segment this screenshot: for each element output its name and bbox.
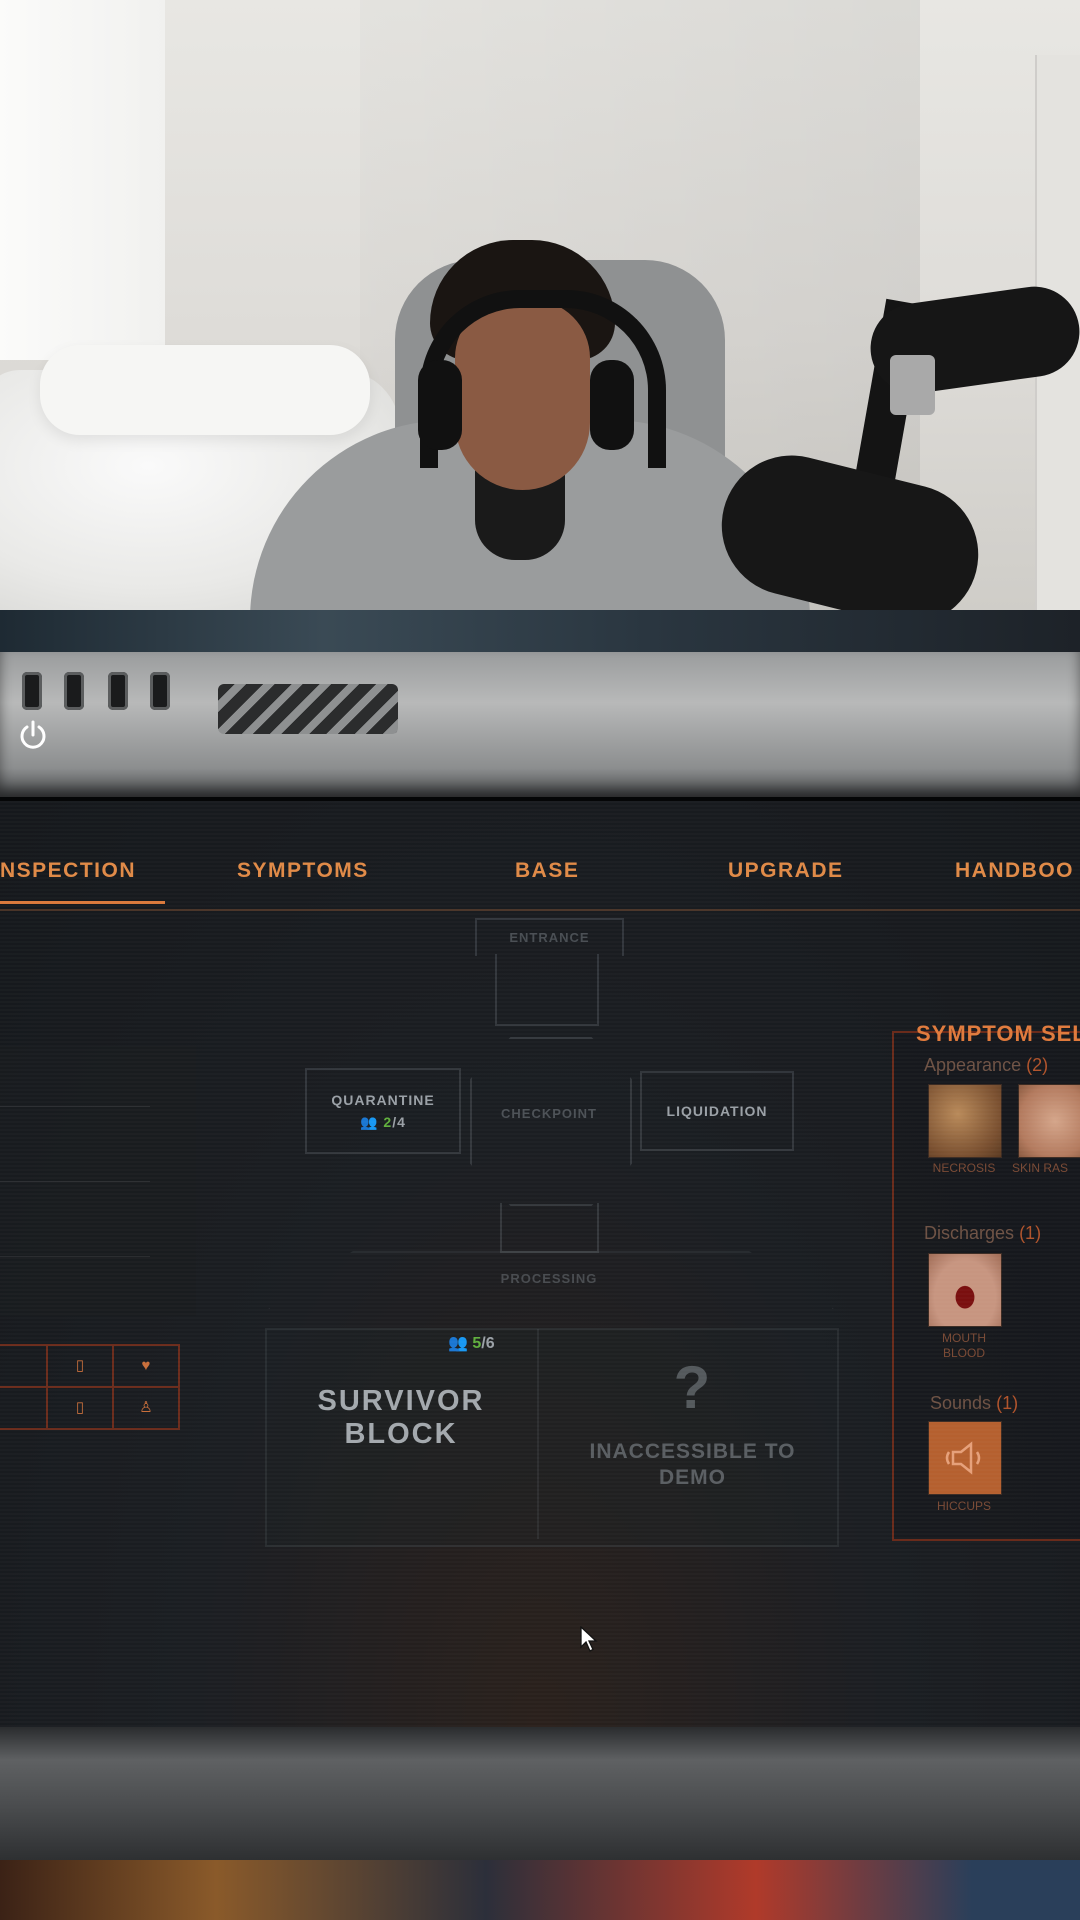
area-divider <box>537 1329 539 1539</box>
survivor-block-button[interactable]: SURVIVOR BLOCK <box>290 1385 512 1451</box>
game-capture: NSPECTION SYMPTOMS BASE UPGRADE HANDBOO … <box>0 610 1080 1920</box>
entrance-label: ENTRANCE <box>509 930 590 945</box>
indicator-light <box>64 672 84 710</box>
pillow <box>40 345 370 435</box>
cursor-icon <box>580 1625 598 1657</box>
attribute-cell[interactable] <box>0 1386 48 1430</box>
indicator-light <box>150 672 170 710</box>
quarantine-capacity: 👥 2/4 <box>307 1114 459 1131</box>
info-panel <box>0 1046 196 1316</box>
background-strip <box>0 1860 1080 1920</box>
webcam-feed <box>0 0 1080 610</box>
mouth-blood-caption-line2: BLOOD <box>942 1346 985 1360</box>
mouth-blood-caption-line1: MOUTH <box>942 1331 986 1345</box>
divider <box>0 1181 150 1182</box>
quarantine-label: QUARANTINE <box>331 1092 435 1108</box>
inaccessible-line1: INACCESSIBLE TO <box>589 1440 796 1463</box>
question-mark-icon: ? <box>673 1354 712 1421</box>
power-icon[interactable] <box>14 718 52 756</box>
indicator-light <box>108 672 128 710</box>
symptom-panel-title: SYMPTOM SEL <box>916 1021 1080 1046</box>
inaccessible-area: INACCESSIBLE TO DEMO <box>560 1439 825 1491</box>
tab-underline <box>0 909 1080 911</box>
attribute-cell[interactable] <box>0 1344 48 1388</box>
monitor-bezel-bottom <box>0 1727 1080 1860</box>
people-icon: 👥 <box>360 1114 379 1130</box>
vent-grille <box>218 684 398 734</box>
processing-frame <box>268 1251 834 1309</box>
survivor-block-line2: BLOCK <box>344 1418 458 1450</box>
tab-handbook[interactable]: HANDBOO <box>955 841 1074 901</box>
sounds-heading: Sounds (1) <box>930 1393 1018 1414</box>
headset-ear-right <box>590 360 634 450</box>
divider <box>0 1256 150 1257</box>
window-light <box>0 0 165 360</box>
map-entrance-corridor <box>495 954 599 1026</box>
map-quarantine[interactable]: QUARANTINE 👥 2/4 <box>305 1068 461 1154</box>
liquidation-label: LIQUIDATION <box>666 1103 768 1119</box>
hiccups-caption: HICCUPS <box>936 1499 991 1513</box>
survivor-max: /6 <box>481 1335 495 1352</box>
mouth-blood-thumbnail[interactable] <box>928 1253 1002 1327</box>
main-tabs: NSPECTION SYMPTOMS BASE UPGRADE HANDBOO <box>0 841 1080 911</box>
survivor-occupied: 5 <box>472 1335 482 1352</box>
tab-inspection[interactable]: NSPECTION <box>0 841 165 904</box>
headset-ear-left <box>418 360 462 450</box>
discharges-heading: Discharges (1) <box>924 1223 1041 1244</box>
people-icon: 👥 <box>448 1335 468 1352</box>
survivor-capacity: 👥 5/6 <box>448 1333 495 1353</box>
discharges-count: (1) <box>1019 1223 1042 1243</box>
quarantine-max: /4 <box>392 1114 406 1130</box>
game-screen: NSPECTION SYMPTOMS BASE UPGRADE HANDBOO … <box>0 797 1080 1735</box>
background-strip <box>0 610 1080 652</box>
map-entrance[interactable]: ENTRANCE <box>475 918 624 956</box>
indicator-light <box>22 672 42 710</box>
necrosis-thumbnail[interactable] <box>928 1084 1002 1158</box>
sounds-label: Sounds <box>930 1393 992 1413</box>
skin-rash-caption: SKIN RAS <box>1012 1161 1069 1175</box>
divider <box>0 1106 150 1107</box>
discharges-label: Discharges <box>924 1223 1015 1243</box>
mic-clamp <box>890 355 935 415</box>
tab-base[interactable]: BASE <box>515 841 579 901</box>
person-icon[interactable]: ♙ <box>112 1386 180 1430</box>
phone-icon[interactable]: ▯ <box>46 1386 114 1430</box>
sounds-count: (1) <box>996 1393 1019 1413</box>
map-processing-corridor <box>500 1203 599 1253</box>
tab-symptoms[interactable]: SYMPTOMS <box>237 841 369 901</box>
appearance-label: Appearance <box>924 1055 1022 1075</box>
checkpoint-label[interactable]: CHECKPOINT <box>470 1106 628 1121</box>
inaccessible-line2: DEMO <box>659 1466 726 1489</box>
tab-upgrade[interactable]: UPGRADE <box>728 841 844 901</box>
necrosis-caption: NECROSIS <box>932 1161 996 1175</box>
map-liquidation[interactable]: LIQUIDATION <box>640 1071 794 1151</box>
phone-icon[interactable]: ▯ <box>46 1344 114 1388</box>
heart-icon[interactable]: ♥ <box>112 1344 180 1388</box>
hiccups-thumbnail[interactable] <box>928 1421 1002 1495</box>
appearance-count: (2) <box>1026 1055 1049 1075</box>
quarantine-occupied: 2 <box>383 1114 393 1130</box>
map-checkpoint-frame <box>470 1037 632 1206</box>
appearance-heading: Appearance (2) <box>924 1055 1048 1076</box>
skin-rash-thumbnail[interactable] <box>1018 1084 1080 1158</box>
speaker-icon <box>945 1441 981 1475</box>
survivor-block-line1: SURVIVOR <box>317 1385 485 1417</box>
mouth-blood-caption: MOUTH BLOOD <box>918 1331 1010 1361</box>
